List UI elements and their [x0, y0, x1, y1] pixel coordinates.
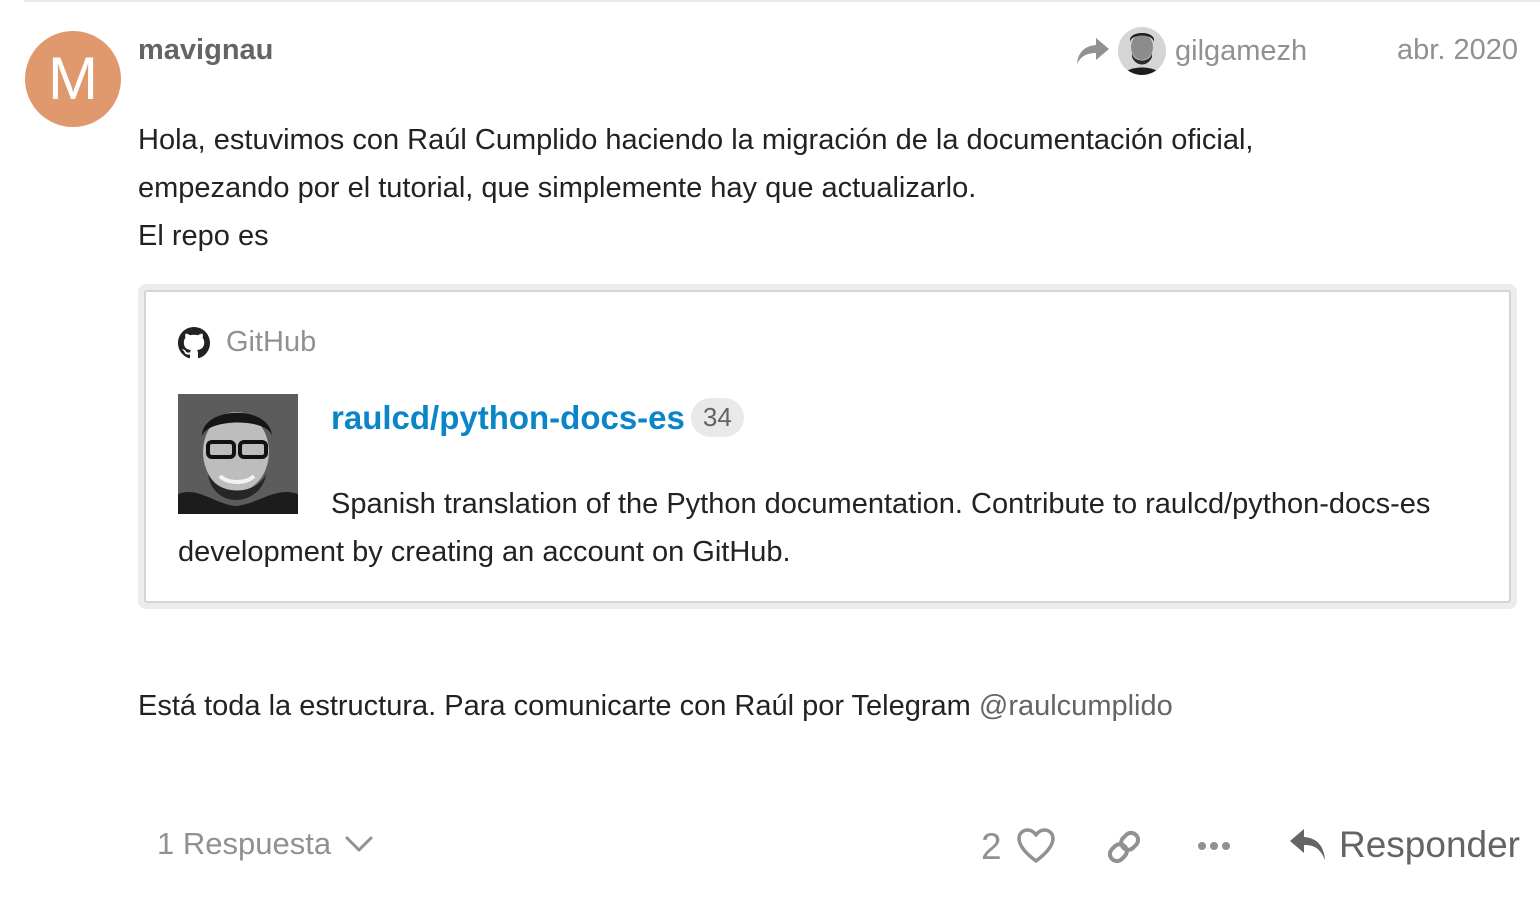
share-arrow-icon: [1077, 38, 1109, 64]
repo-description-text: Spanish translation of the Python docume…: [178, 488, 1431, 568]
onebox-source[interactable]: GitHub: [178, 326, 316, 359]
post-actions: 2 Responder: [960, 814, 1520, 878]
repo-title-row: raulcd/python-docs-es 34: [331, 398, 744, 437]
reply-button[interactable]: Responder: [1289, 824, 1520, 866]
heart-icon[interactable]: [1016, 826, 1056, 866]
post-closing-paragraph: Está toda la estructura. Para comunicart…: [138, 682, 1173, 730]
like-count[interactable]: 2: [981, 826, 1002, 868]
post-divider: [24, 0, 1540, 2]
reply-to-indicator[interactable]: gilgamezh: [1076, 26, 1307, 76]
post-body-line: El repo es: [138, 220, 269, 252]
post-closing-text: Está toda la estructura. Para comunicart…: [138, 690, 979, 722]
telegram-mention-link[interactable]: @raulcumplido: [979, 690, 1173, 722]
repo-description: Spanish translation of the Python docume…: [178, 480, 1468, 576]
repo-title-link[interactable]: raulcd/python-docs-es: [331, 399, 685, 437]
onebox-inner: GitHub raulcd/python-docs-es 34 Spanish …: [144, 290, 1511, 603]
onebox-source-label: GitHub: [226, 326, 317, 358]
ellipsis-icon[interactable]: [1196, 834, 1232, 858]
post-body: Hola, estuvimos con Raúl Cumplido hacien…: [138, 116, 1518, 260]
author-username[interactable]: mavignau: [138, 34, 273, 67]
post-body-line: Hola, estuvimos con Raúl Cumplido hacien…: [138, 124, 1254, 156]
onebox-card: GitHub raulcd/python-docs-es 34 Spanish …: [138, 284, 1517, 609]
post-body-line: empezando por el tutorial, que simplemen…: [138, 172, 977, 204]
reply-icon: [1289, 829, 1325, 860]
show-replies-button[interactable]: 1 Respuesta: [157, 826, 373, 862]
github-icon: [178, 326, 210, 358]
reply-to-avatar: [1118, 27, 1166, 75]
replies-count-label: 1 Respuesta: [157, 826, 332, 861]
reply-button-label: Responder: [1338, 824, 1520, 865]
link-icon[interactable]: [1105, 828, 1143, 866]
chevron-down-icon: [345, 836, 373, 852]
reply-to-username: gilgamezh: [1175, 34, 1308, 67]
post-date[interactable]: abr. 2020: [1397, 34, 1518, 67]
author-avatar[interactable]: M: [25, 31, 121, 127]
repo-count-badge: 34: [690, 398, 744, 437]
